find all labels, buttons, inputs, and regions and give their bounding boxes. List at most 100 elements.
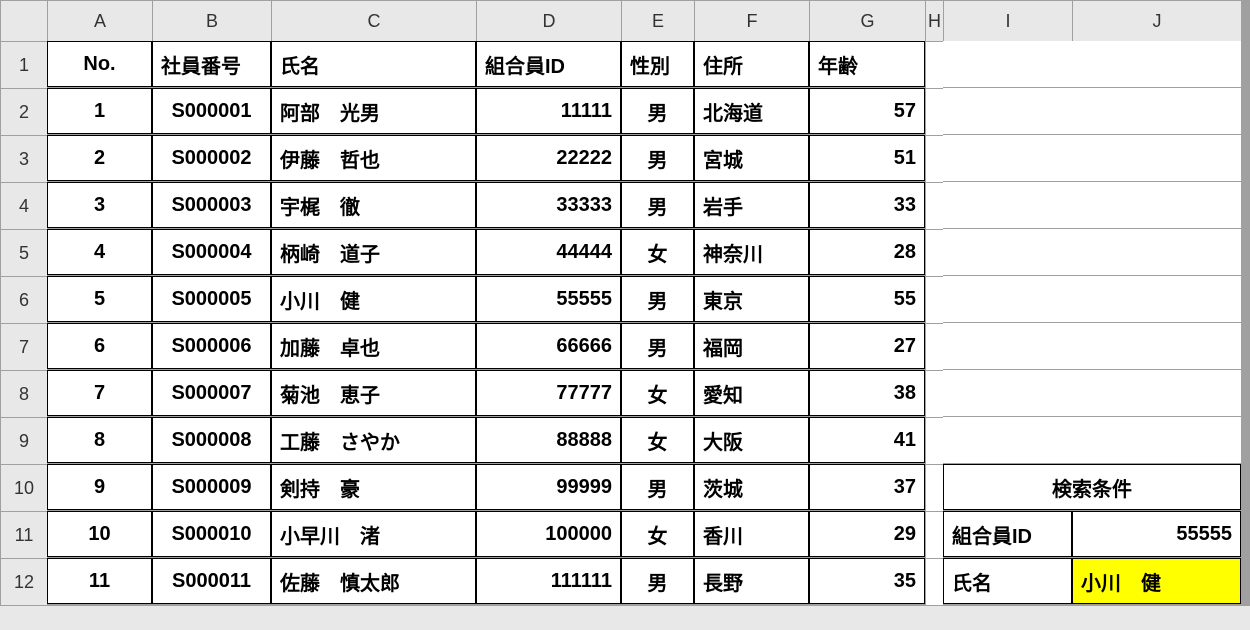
cell-address-12[interactable]: 長野 xyxy=(694,558,809,604)
col-header-F[interactable]: F xyxy=(695,1,809,41)
col-header-C[interactable]: C xyxy=(272,1,476,41)
row-header-7[interactable]: 7 xyxy=(1,324,47,370)
cell-H3[interactable] xyxy=(926,136,943,182)
cell-empid-6[interactable]: S000005 xyxy=(152,276,271,322)
cell-no-3[interactable]: 2 xyxy=(47,135,152,181)
col-header-A[interactable]: A xyxy=(48,1,152,41)
cell-address-9[interactable]: 大阪 xyxy=(694,417,809,463)
cell-age-7[interactable]: 27 xyxy=(809,323,925,369)
cell-empid-11[interactable]: S000010 xyxy=(152,511,271,557)
cell-H5[interactable] xyxy=(926,230,943,276)
cell-address-2[interactable]: 北海道 xyxy=(694,88,809,134)
cell-H2[interactable] xyxy=(926,89,943,135)
cell-unionid-6[interactable]: 55555 xyxy=(476,276,621,322)
row-header-10[interactable]: 10 xyxy=(1,465,47,511)
cell-unionid-12[interactable]: 111111 xyxy=(476,558,621,604)
cell-age-2[interactable]: 57 xyxy=(809,88,925,134)
cell-no-7[interactable]: 6 xyxy=(47,323,152,369)
header-address[interactable]: 住所 xyxy=(694,41,809,87)
cell-gender-7[interactable]: 男 xyxy=(621,323,694,369)
cell-gender-9[interactable]: 女 xyxy=(621,417,694,463)
cell-J8[interactable] xyxy=(1072,370,1241,416)
cell-I7[interactable] xyxy=(943,323,1072,369)
cell-address-11[interactable]: 香川 xyxy=(694,511,809,557)
cell-empid-8[interactable]: S000007 xyxy=(152,370,271,416)
col-header-H[interactable]: H xyxy=(926,1,943,41)
col-header-B[interactable]: B xyxy=(153,1,271,41)
cell-empid-4[interactable]: S000003 xyxy=(152,182,271,228)
cell-H9[interactable] xyxy=(926,418,943,464)
spreadsheet-grid[interactable]: ABCDEFGHIJ1No.社員番号氏名組合員ID性別住所年齢21S000001… xyxy=(0,0,1250,606)
row-header-4[interactable]: 4 xyxy=(1,183,47,229)
cell-no-10[interactable]: 9 xyxy=(47,464,152,510)
header-age[interactable]: 年齢 xyxy=(809,41,925,87)
cell-unionid-8[interactable]: 77777 xyxy=(476,370,621,416)
header-no[interactable]: No. xyxy=(47,41,152,87)
header-empid[interactable]: 社員番号 xyxy=(152,41,271,87)
cell-no-8[interactable]: 7 xyxy=(47,370,152,416)
cell-gender-11[interactable]: 女 xyxy=(621,511,694,557)
cell-H6[interactable] xyxy=(926,277,943,323)
cell-J7[interactable] xyxy=(1072,323,1241,369)
cell-gender-3[interactable]: 男 xyxy=(621,135,694,181)
cell-unionid-10[interactable]: 99999 xyxy=(476,464,621,510)
cell-address-8[interactable]: 愛知 xyxy=(694,370,809,416)
cell-I1[interactable] xyxy=(943,41,1072,87)
cell-age-12[interactable]: 35 xyxy=(809,558,925,604)
cell-name-12[interactable]: 佐藤 慎太郎 xyxy=(271,558,476,604)
cell-H1[interactable] xyxy=(926,42,943,88)
cell-gender-6[interactable]: 男 xyxy=(621,276,694,322)
cell-gender-5[interactable]: 女 xyxy=(621,229,694,275)
row-header-8[interactable]: 8 xyxy=(1,371,47,417)
cell-J1[interactable] xyxy=(1072,41,1241,87)
col-header-I[interactable]: I xyxy=(944,1,1072,41)
cell-no-4[interactable]: 3 xyxy=(47,182,152,228)
cell-name-5[interactable]: 柄崎 道子 xyxy=(271,229,476,275)
cell-age-10[interactable]: 37 xyxy=(809,464,925,510)
cell-I8[interactable] xyxy=(943,370,1072,416)
cell-H8[interactable] xyxy=(926,371,943,417)
cell-I6[interactable] xyxy=(943,276,1072,322)
cell-name-6[interactable]: 小川 健 xyxy=(271,276,476,322)
cell-J6[interactable] xyxy=(1072,276,1241,322)
cell-unionid-9[interactable]: 88888 xyxy=(476,417,621,463)
cell-age-5[interactable]: 28 xyxy=(809,229,925,275)
cell-name-2[interactable]: 阿部 光男 xyxy=(271,88,476,134)
cell-name-9[interactable]: 工藤 さやか xyxy=(271,417,476,463)
cell-no-12[interactable]: 11 xyxy=(47,558,152,604)
cell-age-4[interactable]: 33 xyxy=(809,182,925,228)
cell-H7[interactable] xyxy=(926,324,943,370)
cell-unionid-4[interactable]: 33333 xyxy=(476,182,621,228)
search-title[interactable]: 検索条件 xyxy=(943,464,1241,510)
cell-age-9[interactable]: 41 xyxy=(809,417,925,463)
cell-no-6[interactable]: 5 xyxy=(47,276,152,322)
cell-unionid-5[interactable]: 44444 xyxy=(476,229,621,275)
cell-gender-8[interactable]: 女 xyxy=(621,370,694,416)
search-unionid-value[interactable]: 55555 xyxy=(1072,511,1241,557)
col-header-J[interactable]: J xyxy=(1073,1,1241,41)
header-unionid[interactable]: 組合員ID xyxy=(476,41,621,87)
col-header-D[interactable]: D xyxy=(477,1,621,41)
cell-unionid-3[interactable]: 22222 xyxy=(476,135,621,181)
cell-age-8[interactable]: 38 xyxy=(809,370,925,416)
search-name-label[interactable]: 氏名 xyxy=(943,558,1072,604)
cell-name-11[interactable]: 小早川 渚 xyxy=(271,511,476,557)
cell-name-10[interactable]: 剣持 豪 xyxy=(271,464,476,510)
row-header-11[interactable]: 11 xyxy=(1,512,47,558)
cell-name-3[interactable]: 伊藤 哲也 xyxy=(271,135,476,181)
cell-empid-5[interactable]: S000004 xyxy=(152,229,271,275)
row-header-12[interactable]: 12 xyxy=(1,559,47,605)
cell-empid-12[interactable]: S000011 xyxy=(152,558,271,604)
cell-J5[interactable] xyxy=(1072,229,1241,275)
cell-I3[interactable] xyxy=(943,135,1072,181)
cell-address-3[interactable]: 宮城 xyxy=(694,135,809,181)
search-name-value[interactable]: 小川 健 xyxy=(1072,558,1241,604)
cell-J4[interactable] xyxy=(1072,182,1241,228)
cell-H10[interactable] xyxy=(926,465,943,511)
cell-gender-4[interactable]: 男 xyxy=(621,182,694,228)
header-gender[interactable]: 性別 xyxy=(621,41,694,87)
col-header-G[interactable]: G xyxy=(810,1,925,41)
row-header-2[interactable]: 2 xyxy=(1,89,47,135)
cell-name-8[interactable]: 菊池 恵子 xyxy=(271,370,476,416)
cell-J2[interactable] xyxy=(1072,88,1241,134)
